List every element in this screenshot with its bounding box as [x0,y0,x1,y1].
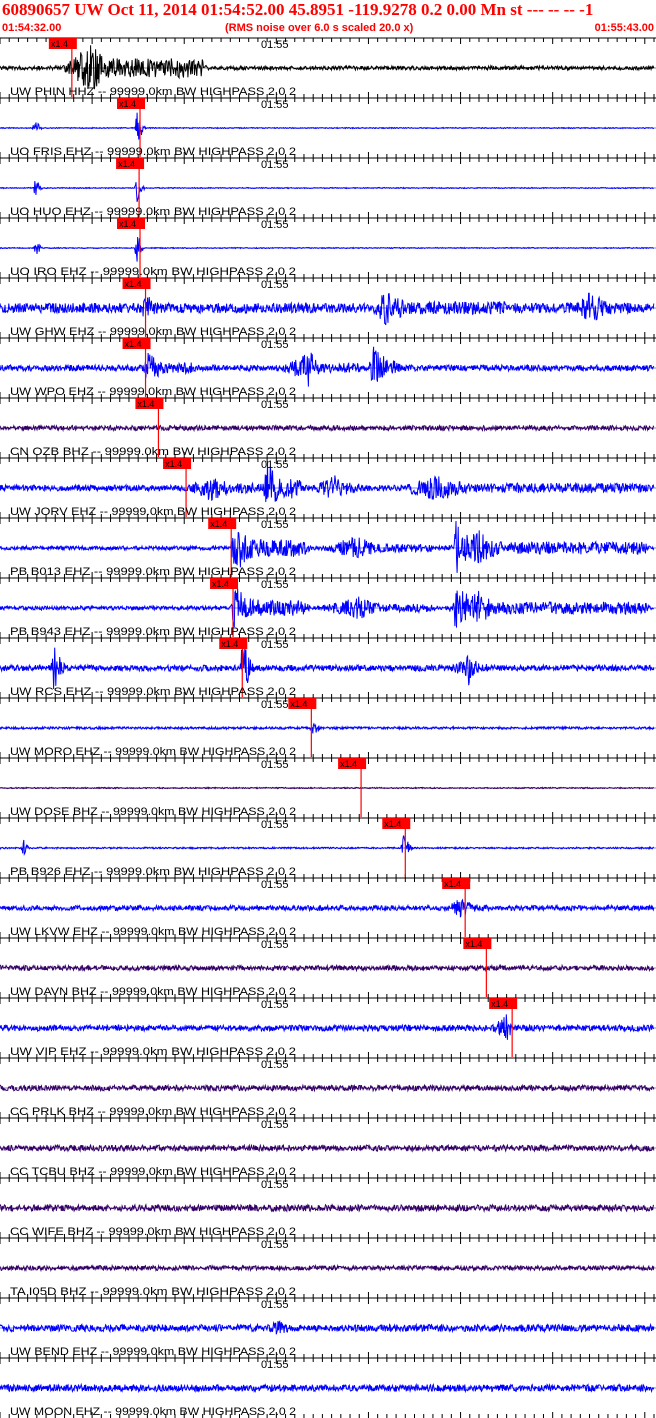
station-channel-label: PB B943 EHZ -- 99999.0km BW HIGHPASS 2.0… [10,626,296,638]
minute-marker-label: 01:55 [261,159,289,171]
minute-marker-label: 01:55 [261,699,289,711]
minute-marker-label: 01:55 [261,339,289,351]
minute-marker-label: 01:55 [261,399,289,411]
seismogram-plot: 01:55x1.4UW PHIN HHZ -- 99999.0km BW HIG… [0,37,656,1418]
pick-tag-label: x1.4 [119,219,136,229]
minute-marker-label: 01:55 [261,459,289,471]
station-channel-label: UW DOSE BHZ -- 99999.0km BW HIGHPASS 2.0… [10,806,296,818]
pick-tag-label: x1.4 [212,579,229,589]
minute-marker-label: 01:55 [261,639,289,651]
station-channel-label: UW WPO EHZ -- 99999.0km BW HIGHPASS 2.0 … [10,386,296,398]
minute-marker-label: 01:55 [261,879,289,891]
station-channel-label: UW JORV EHZ -- 99999.0km BW HIGHPASS 2.0… [10,506,296,518]
pick-tag-label: x1.4 [290,699,307,709]
station-channel-label: CC WIFE BHZ -- 99999.0km BW HIGHPASS 2.0… [10,1226,296,1238]
station-channel-label: UW DAVN BHZ -- 99999.0km BW HIGHPASS 2.0… [10,986,296,998]
station-channel-label: CC PRLK BHZ -- 99999.0km BW HIGHPASS 2.0… [10,1106,296,1118]
pick-tag-label: x1.4 [221,639,238,649]
pick-tag-label: x1.4 [465,939,482,949]
minute-marker-label: 01:55 [261,219,289,231]
pick-tag-label: x1.4 [125,339,142,349]
waveform-trace [0,236,654,262]
station-channel-label: UW PHIN HHZ -- 99999.0km BW HIGHPASS 2.0… [10,86,296,98]
pick-tag-label: x1.4 [491,999,508,1009]
station-channel-label: UW MOON EHZ -- 99999.0km BW HIGHPASS 2.0… [10,1406,296,1418]
waveform-trace [0,346,655,387]
station-channel-label: CC TCBU BHZ -- 99999.0km BW HIGHPASS 2.0… [10,1166,296,1178]
station-channel-label: UW MORO EHZ -- 99999.0km BW HIGHPASS 2.0… [10,746,296,758]
station-channel-label: PB B926 EHZ -- 99999.0km BW HIGHPASS 2.0… [10,866,296,878]
pick-tag-label: x1.4 [165,459,182,469]
minute-marker-label: 01:55 [261,99,289,111]
pick-tag-label: x1.4 [137,399,154,409]
station-channel-label: UW VIP EHZ -- 99999.0km BW HIGHPASS 2.0 … [10,1046,296,1058]
minute-marker-label: 01:55 [261,819,289,831]
minute-marker-label: 01:55 [261,279,289,291]
minute-marker-label: 01:55 [261,579,289,591]
waveform-trace [0,835,655,856]
minute-marker-label: 01:55 [261,519,289,531]
waveform-trace [0,460,655,503]
pick-tag-label: x1.4 [384,819,401,829]
station-channel-label: PB B013 EHZ -- 99999.0km BW HIGHPASS 2.0… [10,566,296,578]
minute-marker-label: 01:55 [261,1299,289,1311]
minute-marker-label: 01:55 [261,1359,289,1371]
waveform-trace [0,112,655,140]
pick-tag-label: x1.4 [119,99,136,109]
pick-tag-label: x1.4 [51,39,68,49]
waveform-trace [0,722,655,734]
waveform-trace [0,45,655,90]
pick-tag-label: x1.4 [210,519,227,529]
station-channel-label: UO HUO EHZ -- 99999.0km BW HIGHPASS 2.0 … [10,206,296,218]
pick-tag-label: x1.4 [118,159,135,169]
minute-marker-label: 01:55 [261,759,289,771]
station-channel-label: UW LKVW EHZ -- 99999.0km BW HIGHPASS 2.0… [10,926,296,938]
minute-marker-label: 01:55 [261,1059,289,1071]
pick-tag-label: x1.4 [444,879,461,889]
station-channel-label: UO FRIS EHZ -- 99999.0km BW HIGHPASS 2.0… [10,146,296,158]
pick-tag-label: x1.4 [125,279,142,289]
waveform-trace [0,1014,655,1040]
minute-marker-label: 01:55 [261,1119,289,1131]
minute-marker-label: 01:55 [261,999,289,1011]
station-channel-label: UW BEND EHZ -- 99999.0km BW HIGHPASS 2.0… [10,1346,296,1358]
station-channel-label: CN OZB BHZ -- 99999.0km BW HIGHPASS 2.0 … [10,446,296,458]
station-channel-label: UW GHW EHZ -- 99999.0km BW HIGHPASS 2.0 … [10,326,296,338]
waveform-trace [0,181,654,203]
waveform-trace [0,898,655,918]
minute-marker-label: 01:55 [261,939,289,951]
minute-marker-label: 01:55 [261,39,289,51]
minute-marker-label: 01:55 [261,1179,289,1191]
waveform-trace [0,1319,655,1335]
station-channel-label: TA I05D BHZ -- 99999.0km BW HIGHPASS 2.0… [10,1286,296,1298]
pick-tag-label: x1.4 [340,759,357,769]
minute-marker-label: 01:55 [261,1239,289,1251]
station-channel-label: UO IRO EHZ -- 99999.0km BW HIGHPASS 2.0 … [10,266,296,278]
waveform-trace [0,292,655,326]
station-channel-label: UW RCS EHZ -- 99999.0km BW HIGHPASS 2.0 … [10,686,296,698]
